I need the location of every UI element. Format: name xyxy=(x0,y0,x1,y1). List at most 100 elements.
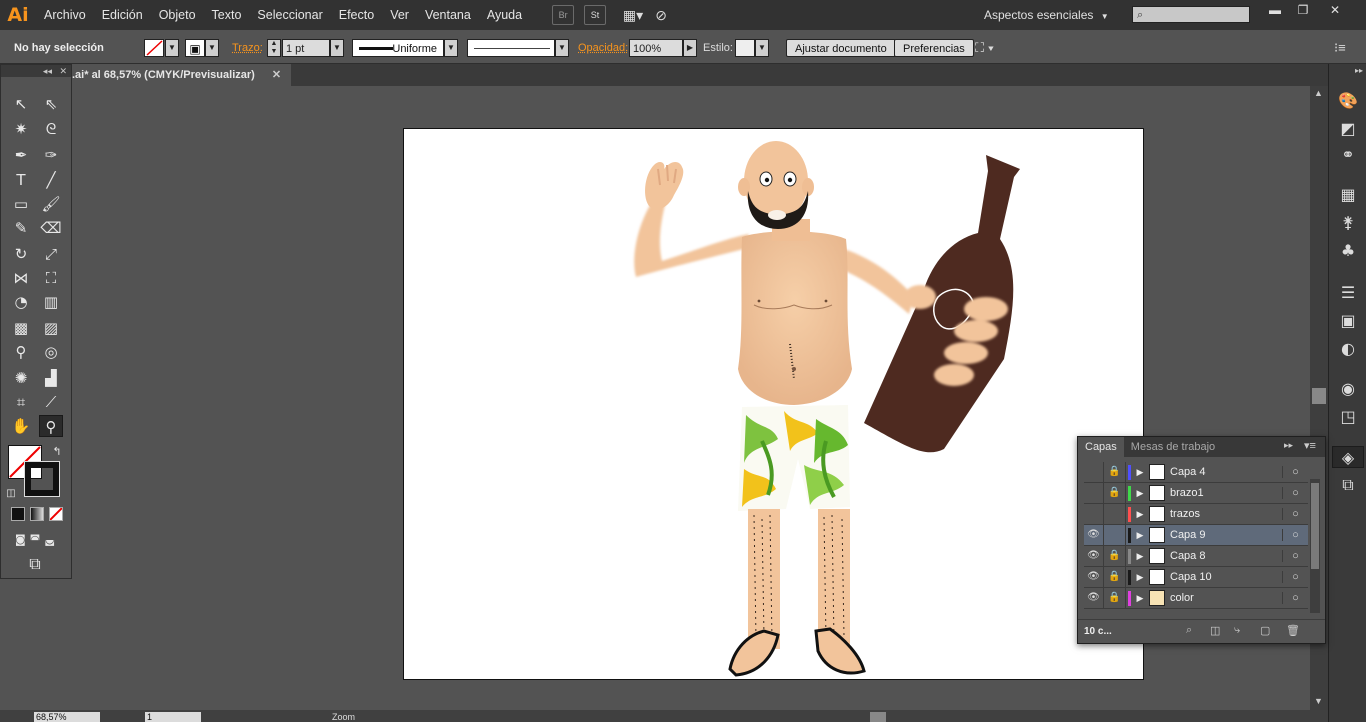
arrange-documents-icon[interactable]: ▦▾ xyxy=(622,5,644,25)
zoom-level-field[interactable]: 68,57% xyxy=(34,712,100,722)
layer-row[interactable]: 🔒 ▶ Capa 4 ○ xyxy=(1084,462,1308,483)
layer-name[interactable]: Capa 4 xyxy=(1170,466,1282,478)
layers-scroll-thumb[interactable] xyxy=(1311,483,1319,569)
expand-triangle-icon[interactable]: ▶ xyxy=(1131,509,1149,520)
target-circle-icon[interactable]: ○ xyxy=(1282,550,1308,562)
target-circle-icon[interactable]: ○ xyxy=(1282,487,1308,499)
visibility-toggle[interactable] xyxy=(1084,504,1104,524)
variable-width-profile[interactable]: Uniforme xyxy=(352,39,444,57)
opacity-input[interactable]: 100% xyxy=(629,39,683,57)
brush-definition[interactable] xyxy=(467,39,555,57)
rectangle-tool-icon[interactable]: ▭ xyxy=(9,193,33,215)
free-transform-tool-icon[interactable]: ⛶ xyxy=(39,267,63,289)
menu-ayuda[interactable]: Ayuda xyxy=(479,0,530,30)
target-circle-icon[interactable]: ○ xyxy=(1282,466,1308,478)
layer-row[interactable]: ▶ trazos ○ xyxy=(1084,504,1308,525)
scale-tool-icon[interactable]: ⤢ xyxy=(39,243,63,265)
menu-texto[interactable]: Texto xyxy=(204,0,250,30)
eye-icon[interactable]: 👁 xyxy=(1084,588,1104,608)
layer-name[interactable]: Capa 9 xyxy=(1170,529,1282,541)
layers-panel-icon[interactable]: ◈ xyxy=(1332,446,1364,468)
layer-row-selected[interactable]: 👁 ▶ Capa 9 ○ xyxy=(1084,525,1308,546)
lock-icon[interactable]: 🔒 xyxy=(1104,546,1126,566)
stroke-weight-dropdown[interactable]: ▼ xyxy=(330,39,344,57)
stroke-stepper[interactable]: ▲ ▼ xyxy=(267,39,281,57)
expand-triangle-icon[interactable]: ▶ xyxy=(1131,530,1149,541)
target-circle-icon[interactable]: ○ xyxy=(1282,571,1308,583)
panel-menu-icon[interactable]: ⁝≡ xyxy=(1334,39,1346,57)
drawing-modes-icon[interactable]: ◙◚◛ xyxy=(7,529,67,551)
lock-toggle[interactable] xyxy=(1104,504,1126,524)
layer-name[interactable]: brazo1 xyxy=(1170,487,1282,499)
curvature-tool-icon[interactable]: ✑ xyxy=(39,144,63,166)
layer-row[interactable]: 🔒 ▶ brazo1 ○ xyxy=(1084,483,1308,504)
workspace-switcher[interactable]: Aspectos esenciales ▼ xyxy=(984,5,1109,25)
create-sublayer-icon[interactable]: ⤷ xyxy=(1234,624,1240,637)
cc-libraries-icon[interactable]: ⚭ xyxy=(1337,144,1359,166)
graphic-styles-panel-icon[interactable]: ◳ xyxy=(1337,406,1359,428)
menu-objeto[interactable]: Objeto xyxy=(151,0,204,30)
layer-row[interactable]: 👁 🔒 ▶ Capa 10 ○ xyxy=(1084,567,1308,588)
brush-dropdown[interactable]: ▼ xyxy=(555,39,569,57)
rotate-tool-icon[interactable]: ↻ xyxy=(9,243,33,265)
selection-tool-icon[interactable]: ↖ xyxy=(9,93,33,115)
menu-ver[interactable]: Ver xyxy=(382,0,417,30)
line-tool-icon[interactable]: ╱ xyxy=(39,169,63,191)
layer-row[interactable]: 👁 🔒 ▶ color ○ xyxy=(1084,588,1308,609)
stroke-profile-dropdown[interactable]: ▼ xyxy=(444,39,458,57)
layer-name[interactable]: color xyxy=(1170,592,1282,604)
expand-triangle-icon[interactable]: ▶ xyxy=(1131,551,1149,562)
gpu-performance-icon[interactable]: ⊘ xyxy=(650,5,672,25)
scroll-down-icon[interactable]: ▼ xyxy=(1314,696,1323,706)
horizontal-scroll-thumb[interactable] xyxy=(870,712,886,722)
lock-icon[interactable]: 🔒 xyxy=(1104,483,1126,503)
delete-layer-icon[interactable]: 🗑 xyxy=(1286,624,1300,637)
gradient-mode-icon[interactable] xyxy=(30,507,44,521)
expand-triangle-icon[interactable]: ▶ xyxy=(1131,593,1149,604)
symbols-panel-icon[interactable]: ♣ xyxy=(1337,240,1359,262)
opacity-label[interactable]: Opacidad: xyxy=(578,39,628,57)
eyedropper-tool-icon[interactable]: ⚲ xyxy=(9,341,33,363)
lock-icon[interactable]: 🔒 xyxy=(1104,462,1126,482)
menu-ventana[interactable]: Ventana xyxy=(417,0,479,30)
current-tool-status[interactable]: Zoom xyxy=(332,712,355,722)
locate-object-icon[interactable]: ⌕ xyxy=(1186,624,1192,637)
close-tab-icon[interactable]: ✕ xyxy=(272,69,281,81)
symbol-sprayer-tool-icon[interactable]: ✺ xyxy=(9,367,33,389)
swatches-panel-icon[interactable]: ▦ xyxy=(1337,184,1359,206)
eye-icon[interactable]: 👁 xyxy=(1084,567,1104,587)
color-mode-icon[interactable] xyxy=(11,507,25,521)
document-tab[interactable]: .ai* al 68,57% (CMYK/Previsualizar) ✕ xyxy=(72,64,292,86)
target-circle-icon[interactable]: ○ xyxy=(1282,529,1308,541)
stroke-panel-icon[interactable]: ☰ xyxy=(1337,282,1359,304)
swap-colors-icon[interactable]: ↰ xyxy=(45,441,69,463)
tools-panel-header[interactable]: ◂◂ ✕ xyxy=(1,65,71,77)
menu-edicion[interactable]: Edición xyxy=(94,0,151,30)
visibility-toggle[interactable] xyxy=(1084,483,1104,503)
perspective-grid-tool-icon[interactable]: ▥ xyxy=(39,291,63,313)
preferences-button[interactable]: Preferencias xyxy=(894,39,974,57)
paintbrush-tool-icon[interactable]: 🖌 xyxy=(39,193,63,215)
mesh-tool-icon[interactable]: ▩ xyxy=(9,317,33,339)
column-graph-tool-icon[interactable]: ▟ xyxy=(39,367,63,389)
hand-tool-icon[interactable]: ✋ xyxy=(9,415,33,437)
shape-builder-tool-icon[interactable]: ◔ xyxy=(9,291,33,313)
blend-tool-icon[interactable]: ◎ xyxy=(39,341,63,363)
menu-efecto[interactable]: Efecto xyxy=(331,0,382,30)
layer-name[interactable]: trazos xyxy=(1170,508,1282,520)
artboard[interactable] xyxy=(403,128,1144,680)
pen-tool-icon[interactable]: ✒ xyxy=(9,144,33,166)
eye-icon[interactable]: 👁 xyxy=(1084,546,1104,566)
create-new-layer-icon[interactable]: ▢ xyxy=(1260,624,1270,637)
lock-toggle[interactable] xyxy=(1104,525,1126,545)
shaper-tool-icon[interactable]: ✎ xyxy=(9,217,33,239)
none-mode-icon[interactable] xyxy=(49,507,63,521)
color-panel-icon[interactable]: 🎨 xyxy=(1337,90,1359,112)
scroll-up-icon[interactable]: ▲ xyxy=(1314,88,1323,98)
type-tool-icon[interactable]: T xyxy=(9,169,33,191)
default-colors-icon[interactable]: ◫ xyxy=(1,483,21,505)
magic-wand-tool-icon[interactable]: ✷ xyxy=(9,118,33,140)
stroke-weight-input[interactable]: 1 pt xyxy=(282,39,330,57)
width-tool-icon[interactable]: ⋈ xyxy=(9,267,33,289)
eraser-tool-icon[interactable]: ⌫ xyxy=(39,217,63,239)
